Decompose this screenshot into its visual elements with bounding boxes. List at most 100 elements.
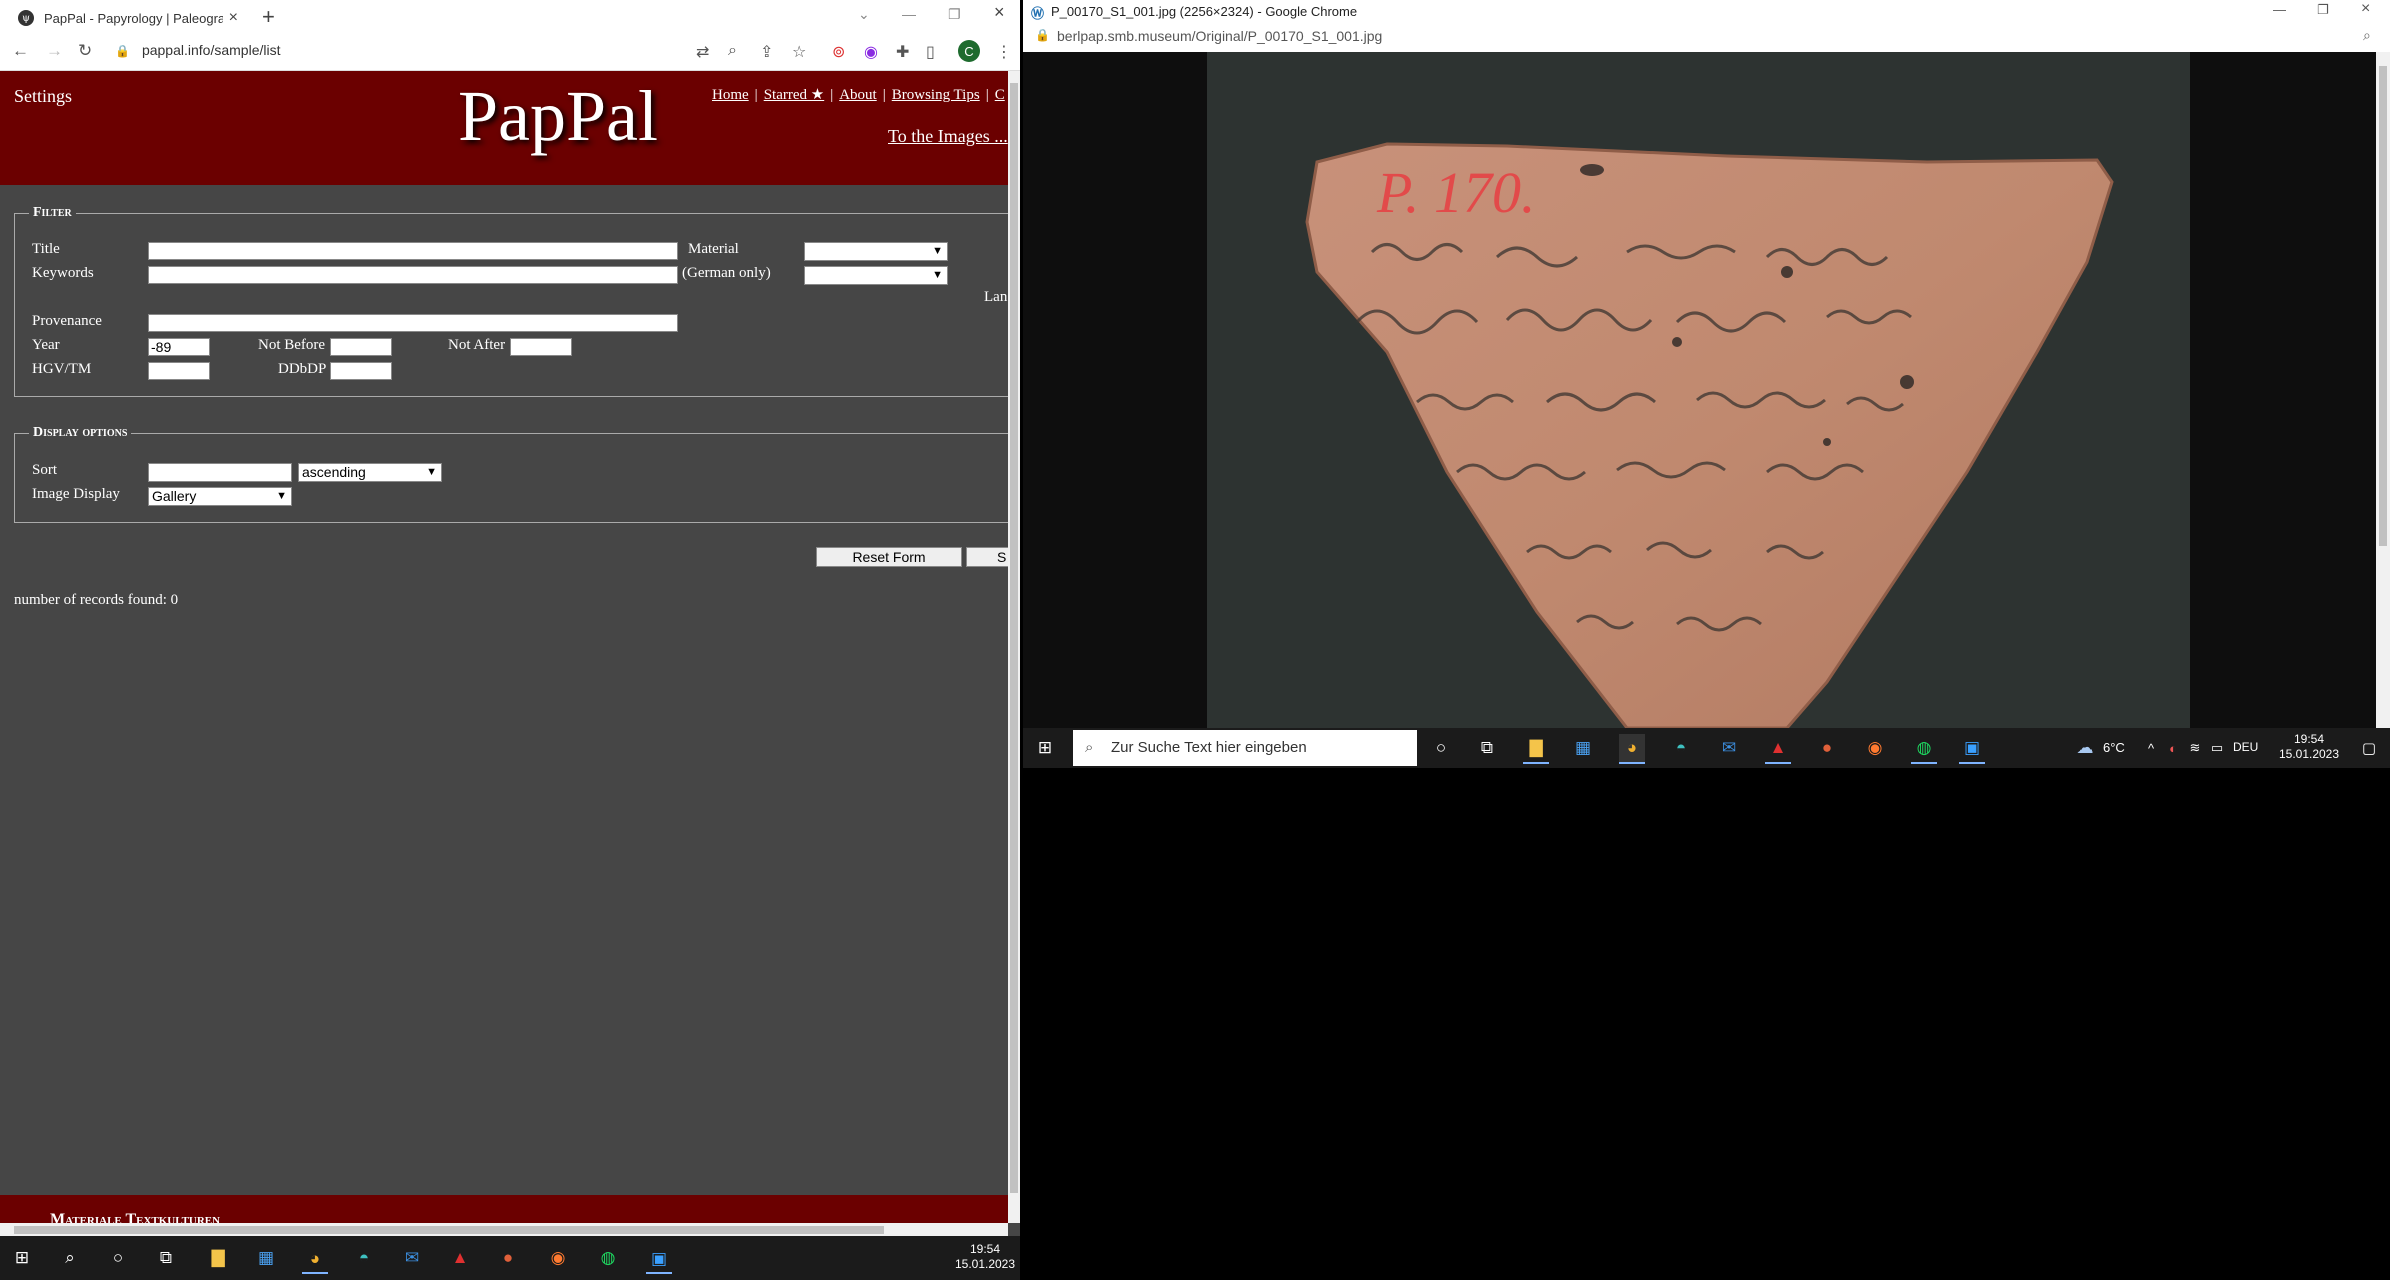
- keywords-input[interactable]: [148, 266, 678, 284]
- ostracon-photo: P. 170.: [1207, 52, 2190, 728]
- restore-icon[interactable]: ❐: [2317, 2, 2329, 18]
- right-browser-window: Ⓦ P_00170_S1_001.jpg (2256×2324) - Googl…: [1023, 0, 2390, 728]
- translate-icon[interactable]: ⇄: [696, 42, 709, 62]
- input-language[interactable]: DEU: [2233, 740, 2258, 754]
- right-address-bar[interactable]: 🔒 berlpap.smb.museum/Original/P_00170_S1…: [1023, 22, 2390, 52]
- network-icon[interactable]: ≋: [2185, 736, 2205, 760]
- taskbar-search-box[interactable]: ⌕ Zur Suche Text hier eingeben: [1073, 730, 1417, 766]
- cortana-icon[interactable]: ○: [1429, 736, 1453, 760]
- side-panel-icon[interactable]: ▯: [926, 42, 935, 62]
- right-vertical-scrollbar[interactable]: [2376, 52, 2390, 728]
- mail-icon[interactable]: ✉: [1717, 736, 1741, 760]
- notifications-icon[interactable]: ▢: [2357, 736, 2381, 760]
- back-icon[interactable]: ←: [12, 41, 29, 61]
- chrome-icon[interactable]: ◕: [302, 1246, 328, 1274]
- battery-icon[interactable]: ▭: [2207, 736, 2227, 760]
- tab-strip: ψ PapPal - Papyrology | Paleograph × + ⌄…: [0, 0, 1020, 33]
- provenance-input[interactable]: [148, 314, 678, 332]
- photos-icon[interactable]: ▣: [646, 1246, 672, 1274]
- acrobat-icon[interactable]: ▲: [448, 1246, 472, 1270]
- browser-tab[interactable]: ψ PapPal - Papyrology | Paleograph ×: [8, 3, 248, 33]
- antivirus-icon[interactable]: ◐: [2163, 736, 2183, 760]
- extensions-puzzle-icon[interactable]: ✚: [896, 42, 909, 62]
- scroll-thumb[interactable]: [1010, 83, 1018, 1193]
- clock-right[interactable]: 19:54 15.01.2023: [2271, 732, 2347, 762]
- year-input[interactable]: -89: [148, 338, 210, 356]
- settings-link[interactable]: Settings: [14, 86, 72, 107]
- firefox-icon[interactable]: ◉: [1863, 736, 1887, 760]
- zoom-icon[interactable]: ⌕: [2363, 27, 2371, 44]
- reload-icon[interactable]: ↻: [78, 41, 92, 61]
- file-explorer-icon[interactable]: ▇: [1523, 734, 1549, 764]
- file-explorer-icon[interactable]: ▇: [206, 1246, 230, 1270]
- nav-browsing-tips[interactable]: Browsing Tips: [892, 87, 980, 103]
- ostracon-image[interactable]: P. 170.: [1207, 52, 2190, 728]
- photos-icon[interactable]: ▣: [1959, 734, 1985, 764]
- to-the-images-link[interactable]: To the Images ...: [888, 126, 1008, 147]
- url-field[interactable]: 🔒 pappal.info/sample/list: [115, 42, 280, 58]
- hgv-tm-input[interactable]: [148, 362, 210, 380]
- right-url: berlpap.smb.museum/Original/P_00170_S1_0…: [1057, 28, 1383, 44]
- nav-about[interactable]: About: [839, 87, 877, 103]
- material-select[interactable]: ▼: [804, 242, 948, 261]
- weather-temperature[interactable]: 6°C: [2103, 740, 2125, 755]
- spotify-icon[interactable]: ◍: [1911, 734, 1937, 764]
- bookmark-star-icon[interactable]: ☆: [792, 42, 806, 62]
- edge-icon[interactable]: ◓: [352, 1246, 376, 1270]
- nav-home[interactable]: Home: [712, 87, 749, 103]
- chevron-down-icon: ▼: [932, 245, 943, 257]
- close-window-icon[interactable]: ×: [994, 2, 1005, 23]
- close-tab-icon[interactable]: ×: [229, 9, 238, 27]
- clock-left[interactable]: 19:54 15.01.2023: [950, 1242, 1020, 1272]
- mail-icon[interactable]: ✉: [400, 1246, 424, 1270]
- minimize-icon[interactable]: —: [902, 6, 916, 22]
- nav-starred[interactable]: Starred ★: [764, 87, 825, 103]
- horizontal-scrollbar[interactable]: [0, 1223, 1008, 1236]
- new-tab-button[interactable]: +: [262, 4, 275, 30]
- task-view-icon[interactable]: ⧉: [154, 1246, 178, 1270]
- close-window-icon[interactable]: ×: [2361, 0, 2370, 18]
- powerpoint-icon[interactable]: ●: [496, 1246, 520, 1270]
- store-icon[interactable]: ▦: [1571, 736, 1595, 760]
- site-header: Settings PapPal Home | Starred ★ | About | Bro…: [0, 71, 1008, 185]
- scroll-thumb[interactable]: [2379, 66, 2387, 546]
- not-before-input[interactable]: [330, 338, 392, 356]
- weather-cloud-icon[interactable]: ☁: [2073, 736, 2097, 760]
- extension-red-icon[interactable]: ⊚: [832, 42, 845, 62]
- lock-icon: 🔒: [115, 44, 130, 58]
- chevron-up-icon[interactable]: ^: [2141, 736, 2161, 760]
- windows-start-icon[interactable]: ⊞: [10, 1246, 34, 1270]
- firefox-icon[interactable]: ◉: [546, 1246, 570, 1270]
- reset-form-button[interactable]: Reset Form: [816, 547, 962, 567]
- task-view-icon[interactable]: ⧉: [1475, 736, 1499, 760]
- title-input[interactable]: [148, 242, 678, 260]
- sort-order-select[interactable]: ascending ▼: [298, 463, 442, 482]
- nav-truncated[interactable]: C: [995, 87, 1005, 103]
- zoom-icon[interactable]: ⌕: [728, 42, 737, 60]
- tab-search-icon[interactable]: ⌄: [858, 6, 870, 23]
- profile-avatar[interactable]: C: [958, 40, 980, 62]
- ddbdp-input[interactable]: [330, 362, 392, 380]
- extension-purple-icon[interactable]: ◉: [864, 42, 878, 62]
- chrome-icon[interactable]: ◕: [1619, 734, 1645, 764]
- cortana-icon[interactable]: ○: [106, 1246, 130, 1270]
- restore-icon[interactable]: ❐: [948, 6, 961, 23]
- minimize-icon[interactable]: —: [2273, 2, 2286, 17]
- chevron-down-icon: ▼: [426, 466, 437, 478]
- forward-icon[interactable]: →: [46, 41, 63, 61]
- menu-dots-icon[interactable]: ⋮: [996, 42, 1012, 62]
- scroll-thumb[interactable]: [14, 1226, 884, 1234]
- german-only-select[interactable]: ▼: [804, 266, 948, 285]
- acrobat-icon[interactable]: ▲: [1765, 734, 1791, 764]
- spotify-icon[interactable]: ◍: [596, 1246, 620, 1270]
- edge-icon[interactable]: ◓: [1669, 736, 1693, 760]
- windows-start-icon[interactable]: ⊞: [1033, 736, 1057, 760]
- share-icon[interactable]: ⇪: [760, 42, 773, 62]
- store-icon[interactable]: ▦: [254, 1246, 278, 1270]
- search-icon[interactable]: ⌕: [58, 1246, 82, 1270]
- sort-select[interactable]: [148, 463, 292, 482]
- not-after-input[interactable]: [510, 338, 572, 356]
- vertical-scrollbar[interactable]: [1008, 71, 1020, 1223]
- image-display-select[interactable]: Gallery ▼: [148, 487, 292, 506]
- powerpoint-icon[interactable]: ●: [1815, 736, 1839, 760]
